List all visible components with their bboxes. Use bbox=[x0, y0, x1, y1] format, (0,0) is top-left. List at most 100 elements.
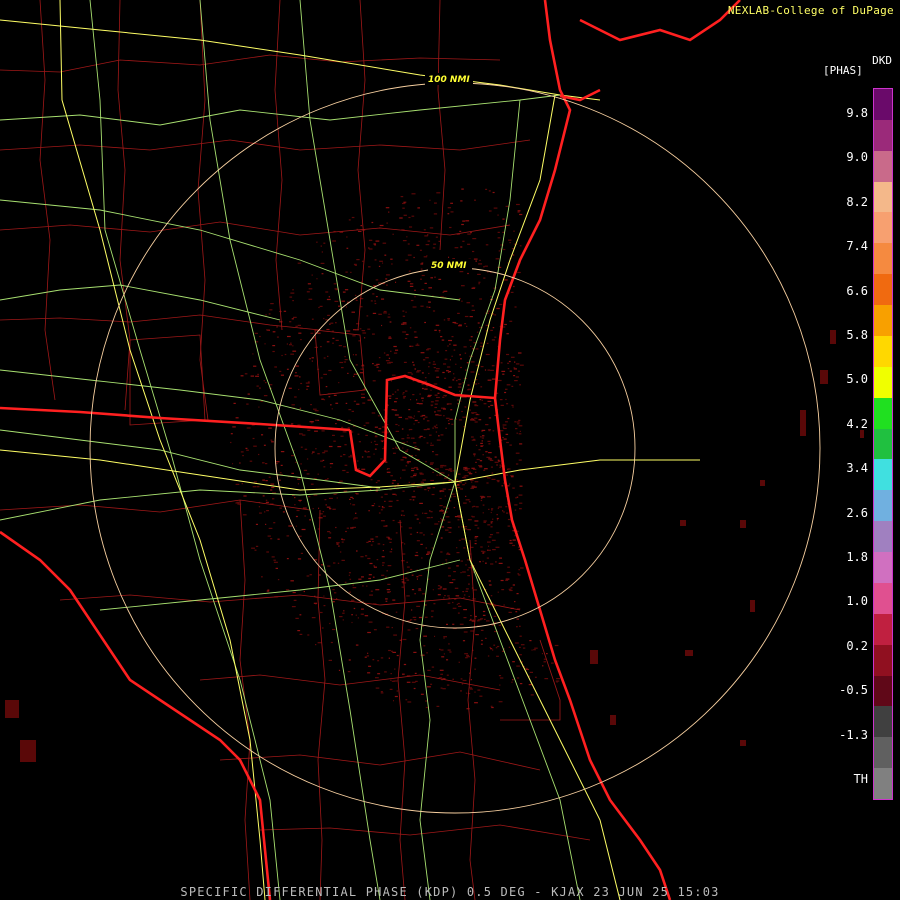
radar-return-pixel bbox=[454, 247, 459, 249]
radar-return-pixel bbox=[321, 251, 323, 253]
radar-return-pixel bbox=[286, 558, 289, 560]
radar-return-pixel bbox=[429, 434, 432, 436]
radar-return-pixel bbox=[556, 678, 560, 680]
radar-return-pixel bbox=[370, 489, 372, 491]
radar-return-pixel bbox=[515, 376, 519, 378]
radar-return-pixel bbox=[366, 585, 368, 587]
radar-return-pixel bbox=[343, 610, 345, 612]
radar-return-pixel bbox=[390, 475, 393, 477]
radar-return-pixel bbox=[358, 578, 362, 580]
radar-return-pixel bbox=[270, 489, 273, 491]
radar-return-pixel bbox=[406, 579, 410, 581]
radar-return-pixel bbox=[467, 243, 471, 245]
radar-return-pixel bbox=[447, 318, 450, 320]
radar-return-pixel bbox=[423, 429, 427, 431]
radar-return-pixel bbox=[306, 388, 308, 390]
color-scale-segment bbox=[874, 428, 892, 461]
radar-return-pixel bbox=[488, 430, 491, 432]
radar-return-pixel bbox=[476, 458, 480, 461]
radar-return-pixel bbox=[404, 577, 408, 579]
radar-return-pixel bbox=[321, 430, 325, 432]
radar-return-pixel bbox=[414, 445, 417, 448]
radar-return-pixel bbox=[474, 537, 477, 539]
radar-return-pixel bbox=[470, 361, 475, 363]
radar-return-pixel bbox=[410, 399, 412, 401]
radar-return-pixel bbox=[393, 680, 398, 682]
radar-return-pixel bbox=[467, 233, 471, 235]
radar-return-pixel bbox=[332, 337, 335, 339]
radar-return-pixel bbox=[419, 472, 423, 474]
radar-return-pixel bbox=[400, 196, 404, 198]
radar-return-pixel bbox=[437, 410, 441, 412]
radar-return-pixel bbox=[342, 619, 344, 621]
radar-return-pixel bbox=[299, 433, 303, 435]
radar-return-pixel bbox=[273, 559, 276, 561]
radar-return-pixel bbox=[501, 485, 504, 487]
radar-return-pixel bbox=[446, 561, 448, 563]
radar-return-pixel bbox=[314, 410, 319, 412]
radar-return-pixel bbox=[320, 460, 323, 462]
radar-return-pixel bbox=[443, 653, 445, 655]
radar-return-pixel bbox=[398, 424, 400, 427]
radar-return-pixel bbox=[485, 188, 488, 190]
radar-return-pixel bbox=[478, 465, 483, 467]
radar-return-pixel bbox=[427, 551, 431, 553]
radar-return-pixel bbox=[406, 595, 410, 597]
radar-return-pixel bbox=[405, 418, 409, 420]
radar-return-pixel bbox=[488, 190, 491, 192]
radar-return-pixel bbox=[505, 205, 509, 207]
radar-return-pixel bbox=[452, 470, 455, 472]
radar-return-pixel bbox=[420, 268, 423, 270]
radar-return-pixel bbox=[506, 333, 509, 335]
radar-return-pixel bbox=[493, 207, 498, 209]
radar-return-pixel bbox=[296, 509, 300, 512]
radar-return-pixel bbox=[343, 346, 346, 348]
radar-return-pixel bbox=[432, 363, 437, 365]
radar-return-pixel bbox=[448, 597, 450, 599]
radar-return-pixel bbox=[533, 649, 536, 651]
radar-return-pixel bbox=[415, 344, 420, 346]
radar-return-pixel bbox=[292, 591, 296, 594]
radar-return-pixel bbox=[480, 546, 483, 548]
radar-return-pixel bbox=[320, 346, 322, 348]
radar-return-pixel bbox=[479, 466, 483, 468]
radar-return-pixel bbox=[502, 436, 504, 439]
radar-return-pixel bbox=[476, 620, 480, 622]
radar-return-pixel bbox=[267, 535, 271, 537]
radar-return-pixel bbox=[400, 477, 402, 479]
radar-return-pixel bbox=[404, 457, 407, 459]
radar-return-pixel bbox=[279, 321, 283, 323]
radar-return-pixel bbox=[323, 242, 326, 244]
radar-return-pixel bbox=[440, 490, 445, 492]
radar-return-pixel bbox=[275, 567, 278, 569]
radar-return-pixel bbox=[356, 403, 360, 405]
radar-return-pixel bbox=[292, 350, 297, 352]
radar-return-pixel bbox=[457, 378, 461, 381]
radar-return-pixel bbox=[464, 653, 468, 655]
radar-return-pixel bbox=[421, 397, 424, 399]
radar-return-pixel bbox=[439, 331, 441, 333]
radar-return-pixel bbox=[401, 428, 404, 430]
radar-return-pixel bbox=[411, 469, 415, 472]
radar-return-pixel bbox=[510, 587, 513, 589]
radar-return-pixel bbox=[473, 258, 478, 260]
radar-return-pixel bbox=[480, 550, 484, 552]
radar-return-pixel bbox=[246, 403, 249, 405]
radar-return-pixel bbox=[298, 388, 300, 391]
radar-return-pixel bbox=[474, 405, 479, 407]
radar-return-pixel bbox=[256, 385, 259, 387]
radar-return-pixel bbox=[516, 618, 519, 620]
radar-return-pixel bbox=[374, 448, 377, 450]
radar-return-pixel bbox=[374, 302, 377, 305]
radar-return-pixel bbox=[410, 568, 413, 571]
radar-return-pixel bbox=[399, 217, 403, 219]
radar-return-pixel bbox=[346, 236, 348, 238]
radar-return-pixel bbox=[497, 591, 499, 593]
radar-return-pixel bbox=[355, 614, 357, 616]
radar-return-pixel bbox=[449, 582, 454, 584]
radar-return-pixel bbox=[344, 359, 348, 361]
radar-return-pixel bbox=[301, 528, 306, 531]
color-scale-segment bbox=[874, 150, 892, 183]
radar-return-pixel bbox=[459, 230, 462, 232]
radar-return-pixel bbox=[432, 589, 434, 591]
